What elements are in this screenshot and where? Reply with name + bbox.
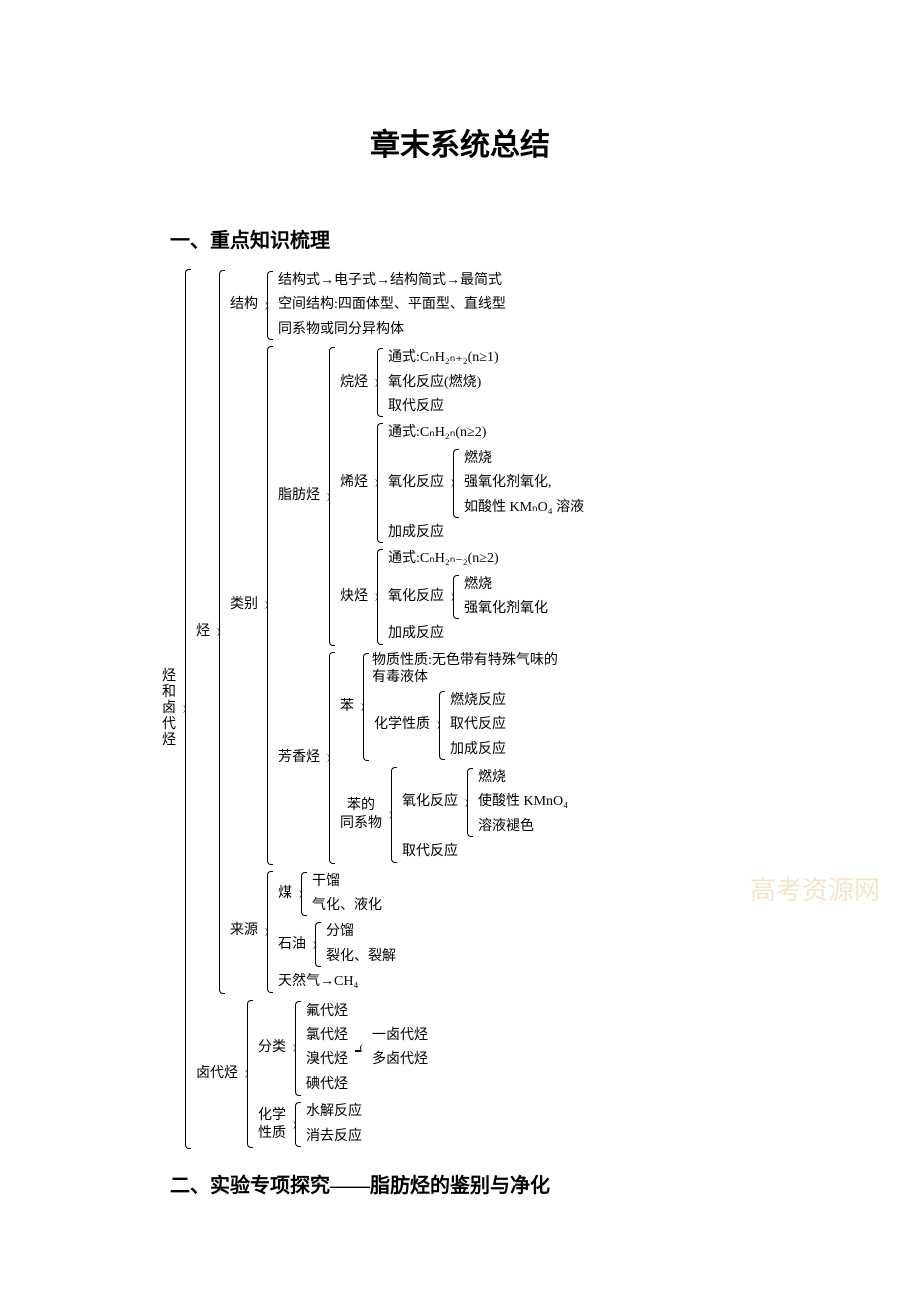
brace-icon	[263, 869, 273, 995]
brace-icon	[263, 269, 273, 342]
alkene-ox-item: 如酸性 KMₙO₄ 溶液	[462, 497, 586, 519]
page-title: 章末系统总结	[0, 120, 920, 164]
structure-label: 结构	[228, 269, 260, 342]
brace-icon	[181, 267, 191, 1151]
brace-icon	[449, 447, 459, 520]
halo-chem-item: 水解反应	[304, 1101, 364, 1123]
alkyne-ox-item: 强氧化剂氧化	[462, 598, 550, 620]
brace-icon	[449, 573, 459, 622]
oil-item: 分馏	[324, 921, 398, 943]
aromatic-label: 芳香烃	[276, 650, 322, 866]
brace-icon	[215, 268, 225, 996]
brace-icon	[373, 346, 383, 419]
homolog-substitution: 取代反应	[400, 841, 570, 863]
category-label: 类别	[228, 344, 260, 866]
halo-type: 溴代烃	[304, 1049, 350, 1071]
alkene-ox-item: 燃烧	[462, 448, 586, 470]
alkene-label: 烯烃	[338, 421, 370, 545]
alkene-addition: 加成反应	[386, 522, 586, 544]
benzene-physical: 物质性质:无色带有特殊气味的 有毒液体	[372, 652, 558, 687]
alkyne-label: 炔烃	[338, 547, 370, 647]
alkene-formula: 通式:CₙH₂ₙ(n≥2)	[386, 422, 586, 444]
benzene-chem-label: 化学性质	[372, 689, 432, 762]
benzene-chem-item: 燃烧反应	[448, 690, 508, 712]
coal-item: 干馏	[310, 871, 384, 893]
brace-icon	[291, 1100, 301, 1149]
brace-icon	[387, 765, 397, 865]
halo-chem-label: 化学 性质	[256, 1100, 288, 1149]
alkane-formula: 通式:CₙH₂ₙ₊₂(n≥1)	[386, 347, 501, 369]
brace-icon	[435, 689, 445, 762]
section-2-heading: 二、实验专项探究——脂肪烃的鉴别与净化	[170, 1169, 920, 1198]
brace-icon	[373, 547, 383, 647]
coal-item: 气化、液化	[310, 895, 384, 917]
brace-icon	[291, 999, 301, 1099]
brace-icon	[359, 651, 369, 763]
homolog-ox-item: 溶液褪色	[476, 816, 570, 838]
alkyne-oxidation-label: 氧化反应	[386, 573, 446, 622]
alkyne-formula: 通式:CₙH₂ₙ₋₂(n≥2)	[386, 548, 550, 570]
coal-label: 煤	[276, 870, 294, 919]
structure-item: 空间结构:四面体型、平面型、直线型	[276, 294, 508, 316]
alkane-label: 烷烃	[338, 346, 370, 419]
homolog-ox-item: 燃烧	[476, 767, 570, 789]
halo-type: 氟代烃	[304, 1001, 350, 1023]
brace-icon	[297, 870, 307, 919]
benzene-label: 苯	[338, 651, 356, 763]
halo-class-label: 分类	[256, 999, 288, 1099]
homolog-label: 苯的 同系物	[338, 765, 384, 865]
brace-icon	[325, 345, 335, 648]
brace-icon	[325, 650, 335, 866]
alkane-substitution: 取代反应	[386, 396, 501, 418]
benzene-chem-item: 取代反应	[448, 714, 508, 736]
halo-right: 多卤代烃	[370, 1049, 430, 1071]
halohydrocarbon-label: 卤代烃	[194, 998, 240, 1150]
aliphatic-label: 脂肪烃	[276, 345, 322, 648]
oil-item: 裂化、裂解	[324, 946, 398, 968]
brace-icon	[373, 421, 383, 545]
brace-icon	[243, 998, 253, 1150]
brace-icon	[463, 766, 473, 839]
halo-type: 碘代烃	[304, 1074, 350, 1096]
brace-icon	[311, 920, 321, 969]
section-1-heading: 一、重点知识梳理	[170, 224, 920, 253]
alkane-oxidation: 氧化反应(燃烧)	[386, 372, 501, 394]
alkene-ox-item: 强氧化剂氧化,	[462, 472, 586, 494]
alkyne-addition: 加成反应	[386, 623, 550, 645]
natural-gas: 天然气→CH₄	[276, 971, 398, 993]
outline-tree: 烃 和 卤 代 烃 烃 结构 结构式→电子式→结构简式→最简式	[160, 267, 860, 1151]
alkyne-ox-item: 燃烧	[462, 574, 550, 596]
oil-label: 石油	[276, 920, 308, 969]
halo-chem-item: 消去反应	[304, 1126, 364, 1148]
source-label: 来源	[228, 869, 260, 995]
structure-item: 同系物或同分异构体	[276, 319, 508, 341]
hydrocarbon-label: 烃	[194, 268, 212, 996]
alkene-oxidation-label: 氧化反应	[386, 447, 446, 520]
halo-type: 氯代烃	[304, 1025, 350, 1047]
brace-icon	[263, 344, 273, 866]
homolog-ox-label: 氧化反应	[400, 766, 460, 839]
benzene-chem-item: 加成反应	[448, 739, 508, 761]
structure-item: 结构式→电子式→结构简式→最简式	[276, 270, 508, 292]
root-label: 烃 和 卤 代 烃	[160, 267, 178, 1151]
halo-right: 一卤代烃	[370, 1025, 430, 1047]
homolog-ox-item: 使酸性 KMnO₄	[476, 791, 570, 813]
